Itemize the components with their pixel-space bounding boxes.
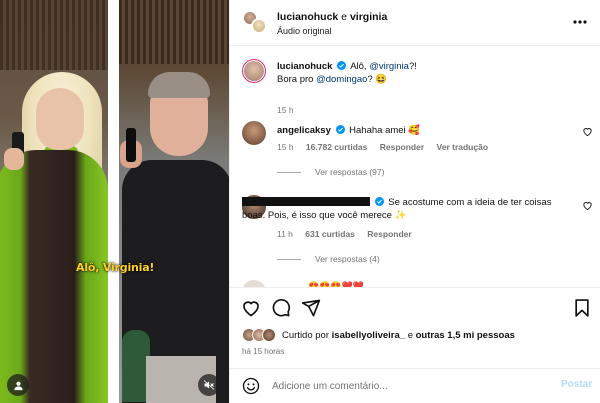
avatar[interactable] (242, 59, 266, 83)
mention-link[interactable]: @domingao (316, 74, 367, 85)
likes-summary: Curtido por isabellyoliveira_ e outras 1… (242, 328, 515, 342)
translate-button[interactable]: Ver tradução (437, 142, 489, 152)
instagram-post-view: Alô, Virginia! lucianohuck e virginia Áu… (0, 0, 600, 403)
timestamp: 15 h (277, 142, 294, 152)
reply-button[interactable]: Responder (380, 142, 424, 152)
avatar (262, 328, 276, 342)
collaborator-link[interactable]: virginia (350, 11, 387, 23)
comments-list[interactable]: lucianohuck Alô, @virginia?! Bora pro @d… (230, 47, 600, 287)
heart-icon[interactable] (241, 298, 261, 318)
heart-icon[interactable] (582, 126, 593, 137)
video-frame-left (0, 0, 108, 403)
emoji-icon[interactable] (242, 377, 260, 395)
comment-input[interactable] (272, 377, 552, 395)
more-options-button[interactable] (570, 14, 590, 30)
timestamp: 11 h (277, 229, 293, 239)
reply-button[interactable]: Responder (367, 229, 411, 239)
mute-button[interactable] (198, 374, 220, 396)
verified-icon (374, 197, 384, 206)
likes-others-link[interactable]: outras 1,5 mi pessoas (416, 330, 515, 341)
username[interactable]: angelicaksy (277, 125, 331, 136)
verified-icon (335, 125, 345, 134)
likes-count[interactable]: 631 curtidas (305, 229, 355, 239)
view-replies-button[interactable]: Ver respostas (97) (277, 167, 384, 177)
avatar[interactable] (242, 280, 266, 287)
action-bar (230, 287, 600, 325)
post-authors: lucianohuck e virginia (277, 11, 388, 23)
comment-text: 😍😍😍❤️❤️ (308, 281, 365, 287)
heart-icon[interactable] (582, 200, 593, 211)
more-icon (573, 20, 587, 24)
avatar[interactable] (242, 121, 266, 145)
avatar (251, 18, 267, 34)
tagged-users-button[interactable] (7, 374, 29, 396)
user-tag-icon (13, 381, 23, 390)
video-caption: Alô, Virginia! (76, 261, 155, 274)
redacted-username (242, 197, 370, 206)
view-replies-button[interactable]: Ver respostas (4) (277, 254, 380, 264)
collab-avatars[interactable] (242, 10, 267, 34)
timestamp: 15 h (277, 105, 294, 115)
comment-icon[interactable] (271, 298, 291, 318)
likes-count[interactable]: 16.782 curtidas (306, 142, 367, 152)
verified-icon (337, 61, 347, 70)
username[interactable]: lucianohuck (277, 61, 332, 72)
share-icon[interactable] (301, 298, 321, 318)
liker-username[interactable]: isabellyoliveira_ (332, 330, 405, 341)
save-icon[interactable] (572, 298, 592, 318)
comment-composer: Postar (230, 368, 600, 403)
mention-link[interactable]: @virginia (369, 61, 409, 72)
post-comment-button[interactable]: Postar (561, 379, 592, 390)
post-time-ago[interactable]: há 15 horas (242, 347, 284, 356)
reel-video[interactable]: Alô, Virginia! (0, 0, 229, 403)
original-audio-link[interactable]: Áudio original (277, 26, 332, 36)
post-side-panel: lucianohuck e virginia Áudio original lu… (229, 0, 600, 403)
post-header: lucianohuck e virginia Áudio original (230, 0, 600, 46)
mute-icon (203, 380, 215, 390)
comment-text: Hahaha amei 🥰 (349, 125, 421, 136)
author-link[interactable]: lucianohuck (277, 11, 338, 23)
